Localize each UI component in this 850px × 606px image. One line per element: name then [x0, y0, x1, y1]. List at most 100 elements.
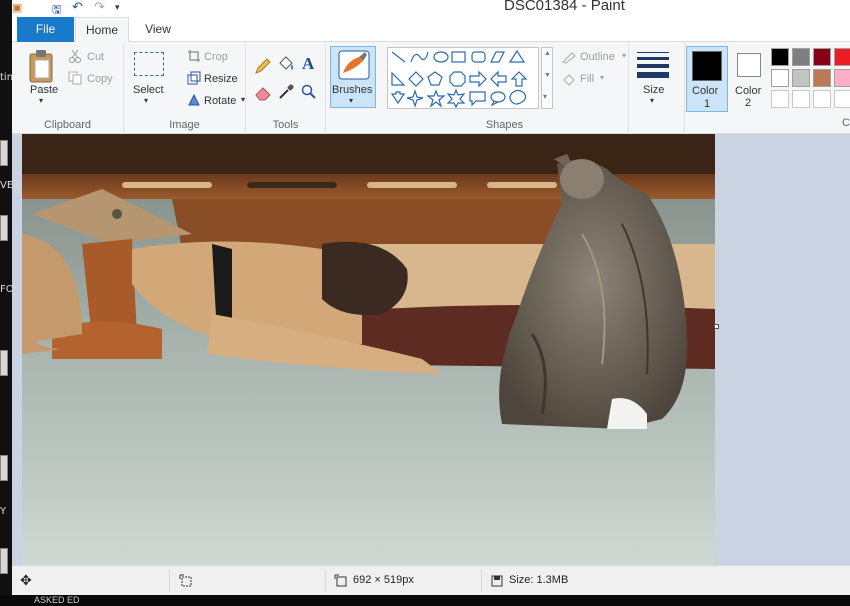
- shapes-gallery[interactable]: [387, 47, 539, 109]
- size-group: Size ▾: [629, 42, 685, 134]
- eraser-icon[interactable]: [254, 83, 272, 101]
- desktop-strip: tin VE FO Y R: [0, 0, 14, 606]
- tab-file[interactable]: File: [17, 17, 74, 42]
- canvas-resize-handle-right[interactable]: [714, 324, 719, 329]
- shapes-scrollbar[interactable]: ▲ ▼ ▾: [541, 47, 553, 109]
- fill-label[interactable]: Fill: [580, 73, 594, 85]
- fill-dropdown-icon[interactable]: ▾: [600, 73, 604, 82]
- size-dropdown-icon[interactable]: ▾: [650, 96, 654, 105]
- image-group-label: Image: [169, 119, 200, 131]
- canvas-area[interactable]: [12, 134, 850, 565]
- palette-swatch[interactable]: [792, 48, 810, 66]
- window-title: DSC01384 - Paint: [504, 0, 625, 14]
- tab-view[interactable]: View: [137, 17, 179, 42]
- color-picker-icon[interactable]: [277, 83, 295, 101]
- outline-dropdown-icon[interactable]: ▾: [622, 51, 626, 60]
- cut-icon: [69, 49, 81, 63]
- desktop-icon[interactable]: [0, 140, 8, 166]
- color2-swatch[interactable]: [737, 53, 761, 77]
- palette-swatch[interactable]: [813, 69, 831, 87]
- paste-label[interactable]: Paste: [30, 84, 58, 96]
- image-canvas[interactable]: [22, 134, 715, 565]
- desktop-icon[interactable]: [0, 455, 8, 481]
- desktop-icon[interactable]: [0, 350, 8, 376]
- outline-label[interactable]: Outline: [580, 51, 615, 63]
- color2-number[interactable]: 2: [745, 97, 751, 109]
- palette-swatch[interactable]: [834, 48, 850, 66]
- brushes-group: Brushes ▾: [326, 42, 381, 134]
- select-label[interactable]: Select: [133, 84, 164, 96]
- colors-group: Color 1 Color 2 C: [685, 42, 850, 134]
- status-separator: [325, 570, 326, 592]
- palette-swatch[interactable]: [771, 90, 789, 108]
- size-label[interactable]: Size: [643, 84, 664, 96]
- scroll-down-icon[interactable]: ▼: [544, 72, 551, 79]
- color1-button[interactable]: Color 1: [686, 46, 728, 112]
- tools-group: A Tools: [246, 42, 326, 134]
- color2-label[interactable]: Color: [735, 85, 761, 97]
- undo-icon[interactable]: ↶: [72, 0, 83, 15]
- title-bar: ▣ 🖫 ↶ ↷ ▾ DSC01384 - Paint: [12, 0, 850, 17]
- rotate-icon: [188, 93, 200, 106]
- desktop-icon[interactable]: [0, 215, 8, 241]
- file-size-icon: [491, 575, 503, 587]
- paste-dropdown-icon[interactable]: ▾: [39, 96, 43, 105]
- pencil-icon[interactable]: [254, 57, 272, 75]
- select-dropdown-icon[interactable]: ▾: [144, 96, 148, 105]
- text-tool-icon[interactable]: A: [302, 54, 314, 74]
- customize-toolbar-icon[interactable]: ▾: [115, 2, 120, 13]
- magnifier-icon[interactable]: [300, 83, 318, 101]
- ribbon: Paste ▾ Cut Copy Clipboard Select ▾ Crop: [12, 42, 850, 134]
- status-separator: [169, 570, 170, 592]
- palette-swatch[interactable]: [813, 90, 831, 108]
- palette-swatch[interactable]: [792, 90, 810, 108]
- copy-label[interactable]: Copy: [87, 73, 113, 85]
- clipboard-group-label: Clipboard: [43, 119, 92, 131]
- desktop-icon[interactable]: [0, 548, 8, 574]
- brushes-button[interactable]: Brushes ▾: [330, 46, 376, 108]
- brush-icon: [338, 50, 370, 80]
- cursor-position-icon: ✥: [20, 572, 32, 588]
- palette-swatch[interactable]: [792, 69, 810, 87]
- status-separator: [481, 570, 482, 592]
- palette-swatch[interactable]: [771, 48, 789, 66]
- brushes-label: Brushes: [332, 84, 373, 96]
- palette-swatch[interactable]: [834, 90, 850, 108]
- shapes-icons: [390, 49, 528, 109]
- rotate-label[interactable]: Rotate: [204, 95, 236, 107]
- fill-bucket-icon[interactable]: [277, 55, 295, 73]
- palette-swatch[interactable]: [813, 48, 831, 66]
- clipboard-group: Paste ▾ Cut Copy Clipboard: [12, 42, 124, 134]
- tab-home[interactable]: Home: [75, 17, 129, 43]
- screen: { "window": {"title": "DSC01384 - Paint"…: [0, 0, 850, 606]
- palette-swatch[interactable]: [834, 69, 850, 87]
- shapes-group: ▲ ▼ ▾ Outline ▾ Fill ▾ Shapes: [381, 42, 629, 134]
- colors-group-label-partial: C: [842, 117, 850, 129]
- paste-icon[interactable]: [27, 48, 57, 84]
- color1-label: Color: [692, 85, 719, 97]
- fill-icon: [563, 74, 575, 86]
- ribbon-tabs: File Home View: [12, 17, 850, 43]
- crop-label[interactable]: Crop: [204, 51, 228, 63]
- status-bar: ✥ 692 × 519px Size: 1.3MB: [12, 565, 850, 595]
- copy-icon: [68, 71, 82, 85]
- scroll-up-icon[interactable]: ▲: [544, 50, 551, 57]
- paint-app-icon[interactable]: ▣: [12, 1, 22, 14]
- outline-icon: [562, 52, 576, 64]
- taskbar: ASKED ED: [0, 595, 850, 606]
- resize-label[interactable]: Resize: [204, 73, 238, 85]
- select-rectangle-icon[interactable]: [134, 52, 164, 76]
- image-dimensions-icon: [334, 574, 347, 587]
- palette-swatch[interactable]: [771, 69, 789, 87]
- tools-group-label: Tools: [272, 119, 299, 131]
- image-group: Select ▾ Crop Resize Rotate ▾ Image: [124, 42, 246, 134]
- redo-icon[interactable]: ↷: [94, 0, 105, 15]
- rotate-dropdown-icon[interactable]: ▾: [241, 95, 245, 104]
- size-icon[interactable]: [637, 52, 669, 78]
- shapes-expand-icon[interactable]: ▾: [543, 92, 547, 101]
- selection-size-icon: [179, 574, 192, 587]
- crop-icon: [188, 50, 200, 62]
- cut-label[interactable]: Cut: [87, 51, 104, 63]
- taskbar-text: ASKED ED: [34, 595, 80, 605]
- desktop-label: Y: [0, 506, 7, 517]
